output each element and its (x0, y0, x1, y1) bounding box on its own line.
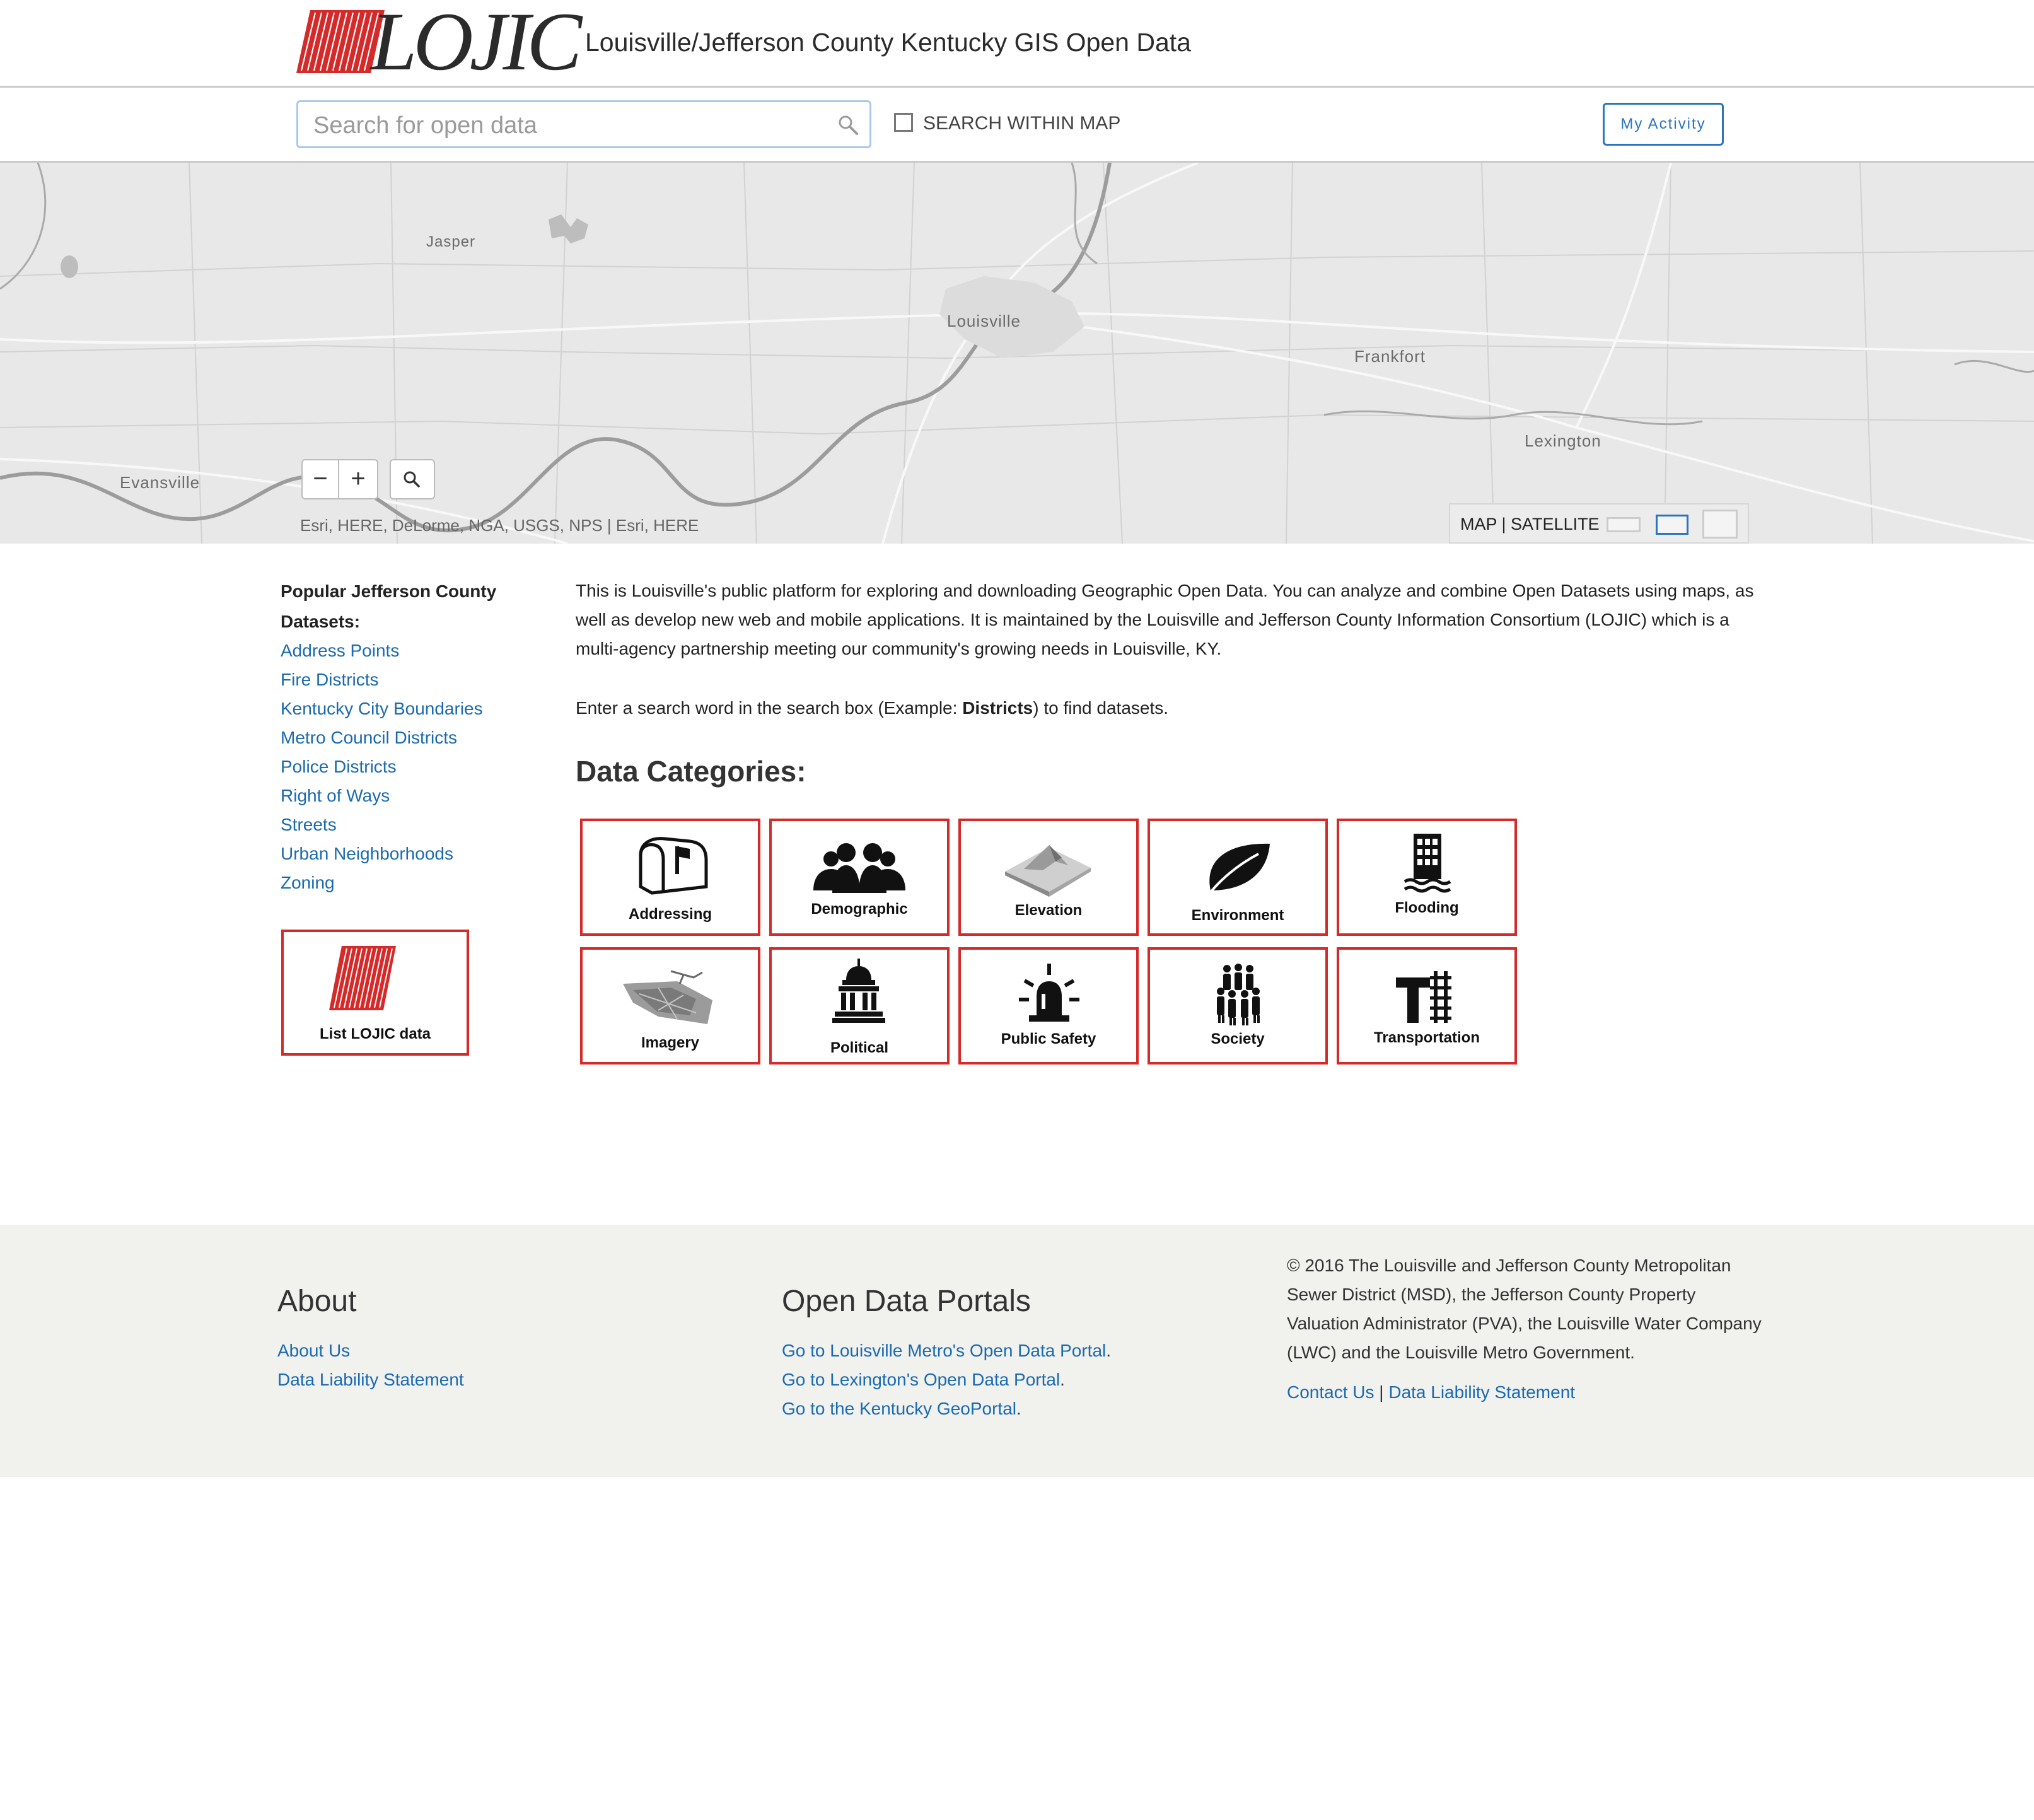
leaf-icon (1207, 843, 1270, 897)
map-label-lexington: Lexington (1525, 431, 1601, 450)
search-bar: SEARCH WITHIN MAP My Activity (0, 88, 2034, 163)
search-hint: Enter a search word in the search box (E… (576, 694, 1761, 723)
category-label: Elevation (1014, 902, 1083, 919)
lojic-logo-icon (329, 946, 396, 1010)
map-label-frankfort: Frankfort (1354, 347, 1426, 366)
footer-data-liability-link[interactable]: Data Liability Statement (277, 1370, 464, 1390)
category-demographic[interactable]: Demographic (769, 819, 950, 936)
basemap-viewer[interactable]: Jasper Louisville Frankfort Lexington Ev… (0, 163, 2034, 544)
capitol-icon (832, 959, 885, 1023)
dataset-link-kentucky-city-boundaries[interactable]: Kentucky City Boundaries (281, 699, 483, 719)
data-categories-title: Data Categories: (576, 755, 806, 788)
category-label: Demographic (811, 901, 908, 918)
popular-datasets-title: Popular Jefferson County Datasets: (281, 581, 497, 631)
list-lojic-data-label: List LOJIC data (319, 1025, 431, 1042)
dataset-link-police-districts[interactable]: Police Districts (281, 757, 397, 777)
zoom-control: − + (301, 459, 378, 499)
dataset-link-metro-council-districts[interactable]: Metro Council Districts (281, 728, 457, 748)
basemap-option-small[interactable] (1607, 517, 1641, 532)
category-elevation[interactable]: Elevation (958, 819, 1139, 936)
lexington-portal-link[interactable]: Go to Lexington's Open Data Portal. (782, 1370, 1065, 1390)
category-addressing[interactable]: Addressing (580, 819, 760, 936)
aerial-image-icon (623, 970, 712, 1024)
my-activity-button[interactable]: My Activity (1603, 103, 1724, 146)
category-imagery[interactable]: Imagery (580, 947, 760, 1065)
category-society[interactable]: Society (1148, 947, 1328, 1065)
basemap-toggle[interactable]: MAP | SATELLITE (1449, 503, 1749, 544)
site-footer: About About Us Data Liability Statement … (0, 1225, 2034, 1477)
search-within-map-checkbox[interactable] (894, 113, 913, 132)
terrain-icon (1005, 845, 1091, 897)
site-header: LOJIC Louisville/Jefferson County Kentuc… (0, 0, 2034, 88)
flooded-building-icon (1403, 834, 1451, 893)
basemap-toggle-label[interactable]: MAP | SATELLITE (1460, 515, 1600, 534)
copyright-text: © 2016 The Louisville and Jefferson Coun… (1287, 1256, 1762, 1362)
dataset-link-zoning[interactable]: Zoning (281, 873, 335, 893)
search-hint-text: Enter a search word in the search box (E… (576, 698, 963, 718)
dataset-link-right-of-ways[interactable]: Right of Ways (281, 786, 390, 806)
logo-wordmark[interactable]: LOJIC (371, 0, 582, 83)
search-icon (404, 471, 420, 487)
category-label: Political (830, 1039, 889, 1056)
search-box (296, 100, 871, 148)
footer-about-us-link[interactable]: About Us (277, 1341, 350, 1361)
category-label: Environment (1191, 907, 1284, 924)
map-search-button[interactable] (390, 459, 435, 499)
search-hint-text-end: ) to find datasets. (1033, 698, 1169, 718)
category-label: Transportation (1373, 1029, 1480, 1046)
dataset-link-address-points[interactable]: Address Points (281, 641, 399, 661)
kentucky-geoportal-link-text[interactable]: Go to the Kentucky GeoPortal (782, 1399, 1016, 1418)
category-transportation[interactable]: Transportation (1337, 947, 1517, 1065)
people-group-icon (813, 843, 905, 893)
basemap-option-medium[interactable] (1656, 515, 1688, 535)
category-environment[interactable]: Environment (1148, 819, 1328, 936)
search-input[interactable] (312, 108, 819, 143)
basemap-option-large[interactable] (1702, 510, 1738, 539)
search-hint-example: Districts (962, 698, 1033, 718)
dataset-link-streets[interactable]: Streets (281, 815, 337, 835)
crowd-icon (1217, 964, 1260, 1025)
footer-separator: | (1379, 1382, 1384, 1402)
footer-portals-heading: Open Data Portals (782, 1285, 1031, 1318)
map-label-jasper: Jasper (426, 233, 476, 250)
dataset-link-fire-districts[interactable]: Fire Districts (281, 670, 379, 690)
footer-liability-link[interactable]: Data Liability Statement (1388, 1382, 1575, 1402)
map-attribution: Esri, HERE, DeLorme, NGA, USGS, NPS | Es… (300, 516, 699, 535)
siren-icon (1019, 964, 1079, 1022)
zoom-out-button[interactable]: − (303, 460, 339, 498)
map-label-louisville: Louisville (947, 312, 1021, 330)
site-title: Louisville/Jefferson County Kentucky GIS… (585, 28, 1191, 57)
category-label: Addressing (628, 906, 712, 923)
louisville-portal-link-text[interactable]: Go to Louisville Metro's Open Data Porta… (782, 1341, 1106, 1360)
louisville-portal-link[interactable]: Go to Louisville Metro's Open Data Porta… (782, 1341, 1111, 1361)
category-political[interactable]: Political (769, 947, 950, 1065)
contact-us-link[interactable]: Contact Us (1287, 1382, 1374, 1402)
road-rail-icon (1396, 971, 1451, 1023)
search-within-map-label[interactable]: SEARCH WITHIN MAP (923, 113, 1120, 134)
category-label: Imagery (641, 1034, 700, 1051)
map-label-evansville: Evansville (120, 473, 200, 492)
search-icon[interactable] (837, 114, 859, 136)
intro-paragraph: This is Louisville's public platform for… (576, 581, 1754, 658)
category-flooding[interactable]: Flooding (1337, 819, 1517, 936)
kentucky-geoportal-link[interactable]: Go to the Kentucky GeoPortal. (782, 1399, 1021, 1419)
mailbox-icon (639, 837, 708, 895)
footer-about-heading: About (277, 1285, 357, 1318)
lexington-portal-link-text[interactable]: Go to Lexington's Open Data Portal (782, 1370, 1060, 1389)
list-lojic-data-button[interactable]: List LOJIC data (281, 930, 469, 1056)
footer-contact-row: Contact Us | Data Liability Statement (1287, 1382, 1575, 1403)
category-label: Society (1211, 1030, 1265, 1047)
category-label: Public Safety (1001, 1030, 1096, 1047)
category-label: Flooding (1395, 899, 1459, 916)
dataset-link-urban-neighborhoods[interactable]: Urban Neighborhoods (281, 844, 453, 864)
category-public-safety[interactable]: Public Safety (958, 947, 1139, 1065)
zoom-in-button[interactable]: + (339, 460, 377, 498)
